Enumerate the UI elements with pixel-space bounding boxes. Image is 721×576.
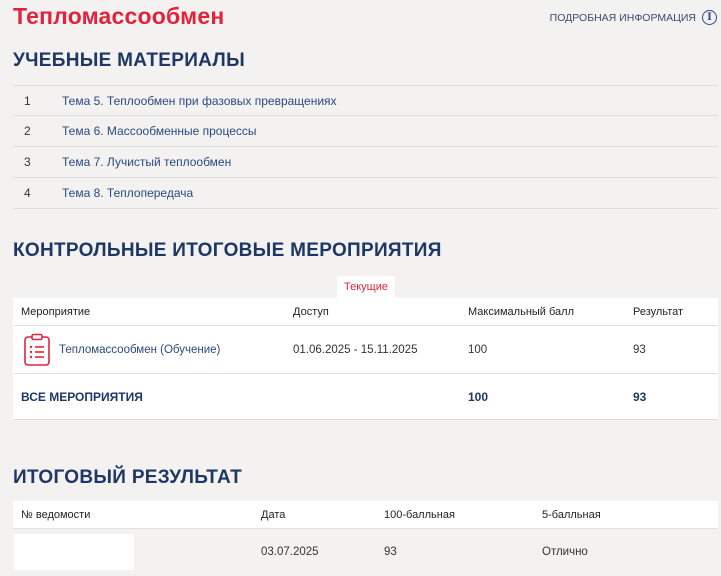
col-access: Доступ [293, 305, 329, 318]
material-number: 3 [24, 155, 31, 169]
list-item: 3 Тема 7. Лучистый теплообмен [13, 147, 718, 178]
final-heading: ИТОГОВЫЙ РЕЗУЛЬТАТ [13, 467, 243, 488]
events-heading: КОНТРОЛЬНЫЕ ИТОГОВЫЕ МЕРОПРИЯТИЯ [13, 240, 442, 261]
col-date: Дата [261, 508, 286, 521]
final-date: 03.07.2025 [261, 546, 319, 558]
material-number: 1 [24, 93, 31, 108]
materials-list: 1 Тема 5. Теплообмен при фазовых превращ… [13, 85, 718, 209]
material-link[interactable]: Тема 8. Теплопередача [62, 186, 193, 200]
material-link[interactable]: Тема 6. Массообменные процессы [62, 124, 257, 138]
final-score-100: 93 [384, 546, 397, 558]
details-link-label: ПОДРОБНАЯ ИНФОРМАЦИЯ [549, 11, 696, 24]
col-sheet-number: № ведомости [21, 508, 91, 521]
tab-current[interactable]: Текущие [337, 276, 395, 298]
material-number: 4 [24, 186, 31, 200]
event-result: 93 [633, 343, 646, 356]
sheet-number-cell [14, 534, 134, 570]
events-table: Мероприятие Доступ Максимальный балл Рез… [13, 298, 718, 420]
final-score-5: Отлично [542, 546, 588, 558]
list-item: 2 Тема 6. Массообменные процессы [13, 116, 718, 147]
event-access: 01.06.2025 - 15.11.2025 [293, 343, 418, 356]
col-score-100: 100-балльная [384, 508, 455, 521]
col-max-score: Максимальный балл [468, 305, 574, 318]
total-result: 93 [633, 389, 647, 404]
col-score-5: 5-балльная [542, 508, 601, 521]
table-row: 03.07.2025 93 Отлично [13, 529, 718, 575]
material-link[interactable]: Тема 7. Лучистый теплообмен [62, 155, 231, 169]
total-label: ВСЕ МЕРОПРИЯТИЯ [21, 389, 143, 404]
events-total-row: ВСЕ МЕРОПРИЯТИЯ 100 93 [13, 374, 718, 420]
info-icon[interactable]: i [702, 10, 717, 25]
events-table-header: Мероприятие Доступ Максимальный балл Рез… [13, 298, 718, 326]
page-title: Тепломассообмен [13, 3, 225, 29]
material-number: 2 [24, 124, 31, 138]
list-item: 1 Тема 5. Теплообмен при фазовых превращ… [13, 85, 718, 116]
total-max-score: 100 [468, 389, 489, 404]
event-link[interactable]: Тепломассообмен (Обучение) [59, 344, 220, 356]
final-results-table: № ведомости Дата 100-балльная 5-балльная… [13, 501, 718, 575]
clipboard-icon [24, 333, 50, 366]
col-event: Мероприятие [21, 305, 91, 318]
table-row: Тепломассообмен (Обучение) 01.06.2025 - … [13, 326, 718, 374]
list-item: 4 Тема 8. Теплопередача [13, 178, 718, 209]
col-result: Результат [633, 305, 684, 318]
materials-heading: УЧЕБНЫЕ МАТЕРИАЛЫ [13, 50, 245, 71]
final-table-header: № ведомости Дата 100-балльная 5-балльная [13, 501, 718, 529]
details-link[interactable]: ПОДРОБНАЯ ИНФОРМАЦИЯ i [550, 10, 717, 25]
material-link[interactable]: Тема 5. Теплообмен при фазовых превращен… [62, 94, 337, 108]
event-max-score: 100 [468, 343, 488, 356]
